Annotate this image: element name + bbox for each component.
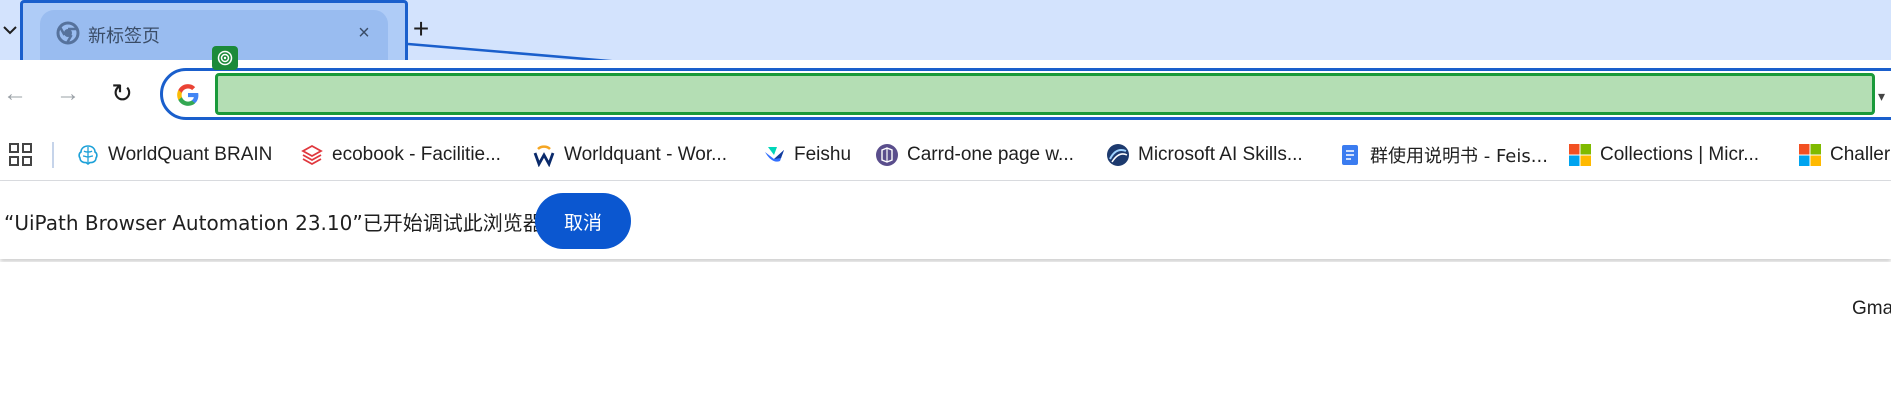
carrd-icon: [876, 144, 898, 166]
browser-toolbar: ← → ↻: [0, 46, 1891, 130]
microsoft-logo-icon: [1569, 144, 1591, 166]
infobar-message: “UiPath Browser Automation 23.10”已开始调试此浏…: [4, 211, 543, 235]
bookmark-ecobook[interactable]: ecobook - Facilitie...: [300, 138, 501, 172]
feishu-icon: [765, 147, 784, 162]
uipath-target-icon: [212, 46, 238, 70]
bookmark-worldquant-brain[interactable]: WorldQuant BRAIN: [76, 138, 272, 172]
bookmark-label: Challer: [1830, 144, 1891, 165]
chevron-down-icon[interactable]: ▾: [1878, 88, 1885, 105]
bookmarks-separator: [52, 142, 54, 168]
brain-icon: [78, 145, 98, 165]
bookmark-label: Worldquant - Wor...: [564, 144, 727, 165]
bookmark-label: Carrd-one page w...: [907, 144, 1074, 165]
forward-button[interactable]: →: [49, 75, 87, 113]
bookmark-label: Microsoft AI Skills...: [1138, 144, 1303, 165]
omnibox: [160, 68, 1891, 120]
cancel-button[interactable]: 取消: [535, 193, 631, 249]
new-tab-page: Gma: [0, 262, 1891, 417]
forward-arrow-icon: →: [56, 80, 80, 107]
tab-strip: 新标签页 × +: [0, 0, 1891, 64]
new-tab-button[interactable]: +: [406, 13, 436, 44]
workday-icon: [533, 145, 555, 167]
bookmark-carrd[interactable]: Carrd-one page w...: [875, 138, 1074, 172]
ecobook-icon: [301, 144, 323, 166]
gmail-link[interactable]: Gma: [1852, 298, 1891, 320]
bookmark-label: Collections | Micr...: [1600, 144, 1760, 165]
bookmark-label: Feishu: [794, 144, 852, 165]
bookmark-collections[interactable]: Collections | Micr...: [1568, 138, 1759, 172]
bookmark-label: 群使用说明书 - Feis...: [1370, 146, 1548, 167]
bookmark-feishu[interactable]: Feishu: [762, 138, 851, 172]
bookmark-challenge[interactable]: Challer: [1798, 138, 1890, 172]
chevron-down-icon: [3, 26, 17, 35]
address-bar-input[interactable]: [215, 73, 1875, 115]
bookmark-label: ecobook - Facilitie...: [332, 144, 501, 165]
back-arrow-icon: ←: [3, 80, 27, 107]
doc-icon: [1342, 145, 1358, 165]
microsoft-logo-icon: [1799, 144, 1821, 166]
tab-search-button[interactable]: [0, 10, 20, 50]
reload-button[interactable]: ↻: [103, 75, 141, 113]
bookmark-worldquant-workday[interactable]: Worldquant - Wor...: [532, 138, 727, 172]
microsoft-ai-icon: [1107, 144, 1129, 166]
debugging-infobar: “UiPath Browser Automation 23.10”已开始调试此浏…: [0, 181, 1891, 259]
bookmark-microsoft-ai-skills[interactable]: Microsoft AI Skills...: [1106, 138, 1303, 172]
reload-icon: ↻: [111, 79, 133, 109]
google-g-icon: [177, 84, 199, 106]
bookmark-label: WorldQuant BRAIN: [108, 144, 273, 165]
bookmark-feishu-doc[interactable]: 群使用说明书 - Feis...: [1338, 138, 1548, 172]
back-button[interactable]: ←: [0, 75, 34, 113]
bookmarks-bar: WorldQuant BRAIN ecobook - Facilitie... …: [0, 130, 1891, 181]
apps-grid-icon[interactable]: [8, 142, 34, 168]
